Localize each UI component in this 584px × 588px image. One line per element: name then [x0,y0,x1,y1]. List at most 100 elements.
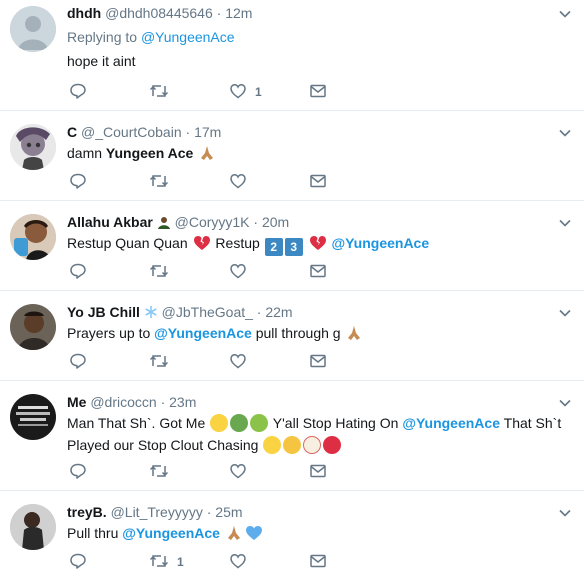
tweet[interactable]: dhdh @dhdh08445646 · 12m Replying to @Yu… [0,0,584,111]
chevron-down-icon[interactable] [558,306,572,320]
like-button[interactable] [229,172,255,192]
reply-button[interactable] [69,552,95,572]
tweet[interactable]: C @_CourtCobain · 17m damn Yungeen Ace [0,111,584,201]
tweet-header: Yo JB Chill @JbTheGoat_ · 22m [67,302,576,322]
avatar[interactable] [10,304,56,350]
tweet-text-line2: Played our Stop Clout Chasing [67,434,576,456]
heart-icon [229,462,247,483]
tweet[interactable]: Me @dricoccn · 23m Man That Sh`. Got Me … [0,381,584,491]
like-button[interactable] [229,552,255,572]
mention-link[interactable]: @YungeenAce [122,525,220,541]
tweet-text-part: Pull thru [67,525,123,541]
replying-to: Replying to @YungeenAce [67,27,576,47]
tweet-text-part: pull through g [251,325,341,341]
tweet-text-part: Played our Stop Clout Chasing [67,437,259,453]
dm-button[interactable] [309,82,327,102]
heart-icon [229,552,247,573]
timestamp[interactable]: 12m [225,5,252,21]
timestamp[interactable]: 20m [262,214,289,230]
user-handle[interactable]: @dricoccn [90,394,156,410]
tweet-text: hope it aint [67,53,136,69]
display-name[interactable]: Me [67,394,86,410]
like-button[interactable] [229,352,255,372]
avatar[interactable] [10,214,56,260]
reply-button[interactable] [69,262,95,282]
tweet[interactable]: Yo JB Chill @JbTheGoat_ · 22m Prayers up… [0,291,584,381]
like-button[interactable] [229,262,255,282]
tweet[interactable]: treyB. @Lit_Treyyyyy · 25m Pull thru @Yu… [0,491,584,588]
chevron-down-icon[interactable] [558,216,572,230]
blue-heart-emoji [245,524,263,542]
retweet-button[interactable] [149,172,177,192]
chevron-down-icon[interactable] [558,126,572,140]
tweet-content: Allahu Akbar @Coryyy1K · 20m Restup Quan… [67,212,576,256]
tweet-text-part: Y'all Stop Hating On [272,415,399,431]
like-button[interactable] [229,462,255,482]
retweet-icon [149,352,169,373]
dm-button[interactable] [309,462,327,482]
retweet-icon [149,82,169,103]
envelope-icon [309,172,327,193]
dm-button[interactable] [309,352,327,372]
heart-icon [229,352,247,373]
praying-hands-emoji [198,144,216,162]
user-handle[interactable]: @_CourtCobain [81,124,182,140]
avatar[interactable] [10,504,56,550]
chevron-down-icon[interactable] [558,7,572,21]
avatar[interactable] [10,124,56,170]
mention-link[interactable]: @YungeenAce [402,415,500,431]
reply-button[interactable] [69,172,95,192]
separator-dot: · [206,504,212,520]
tweet-text-part: That Sh`t [503,415,562,431]
dm-button[interactable] [309,172,327,192]
user-handle[interactable]: @dhdh08445646 [105,5,213,21]
reply-button[interactable] [69,352,95,372]
praying-hands-emoji [345,324,363,342]
nauseated-emoji [230,414,249,432]
user-handle[interactable]: @JbTheGoat_ [162,304,253,320]
timestamp[interactable]: 25m [215,504,242,520]
dm-button[interactable] [309,262,327,282]
retweet-button[interactable] [149,462,177,482]
display-name[interactable]: treyB. [67,504,107,520]
avatar[interactable] [10,6,56,52]
mention-link[interactable]: @YungeenAce [141,29,235,45]
user-handle[interactable]: @Coryyy1K [175,214,250,230]
retweet-button[interactable] [149,352,177,372]
display-name[interactable]: Allahu Akbar [67,214,153,230]
separator-dot: · [216,5,222,21]
user-handle[interactable]: @Lit_Treyyyyy [111,504,203,520]
sleeping-emoji [263,436,282,454]
mention-link[interactable]: @YungeenAce [331,235,429,251]
chevron-down-icon[interactable] [558,396,572,410]
tweet-text-part: damn [67,145,106,161]
keycap-3-emoji: 3 [284,238,303,256]
avatar[interactable] [10,394,56,440]
timestamp[interactable]: 23m [169,394,196,410]
timestamp[interactable]: 17m [194,124,221,140]
retweet-button[interactable] [149,82,177,102]
timestamp[interactable]: 22m [265,304,292,320]
display-name[interactable]: Yo JB Chill [67,304,140,320]
tweet-text-part: Restup Quan Quan [67,235,188,251]
reply-button[interactable] [69,462,95,482]
like-button[interactable]: 1 [229,82,262,102]
retweet-button[interactable] [149,262,177,282]
retweet-button[interactable]: 1 [149,552,184,572]
tweet-header: dhdh @dhdh08445646 · 12m [67,3,576,23]
replying-prefix: Replying to [67,29,141,45]
retweet-icon [149,552,169,573]
tweet-text-part: Prayers up to [67,325,155,341]
mention-link[interactable]: @YungeenAce [154,325,252,341]
sad-emoji [283,436,302,454]
tweet-text-part: Man That Sh`. Got Me [67,415,206,431]
chevron-down-icon[interactable] [558,506,572,520]
display-name[interactable]: C [67,124,77,140]
display-name[interactable]: dhdh [67,5,101,21]
tweet[interactable]: Allahu Akbar @Coryyy1K · 20m Restup Quan… [0,201,584,291]
dm-button[interactable] [309,552,327,572]
envelope-icon [309,352,327,373]
envelope-icon [309,262,327,283]
tweet-content: dhdh @dhdh08445646 · 12m Replying to @Yu… [67,3,576,72]
reply-button[interactable] [69,82,95,102]
